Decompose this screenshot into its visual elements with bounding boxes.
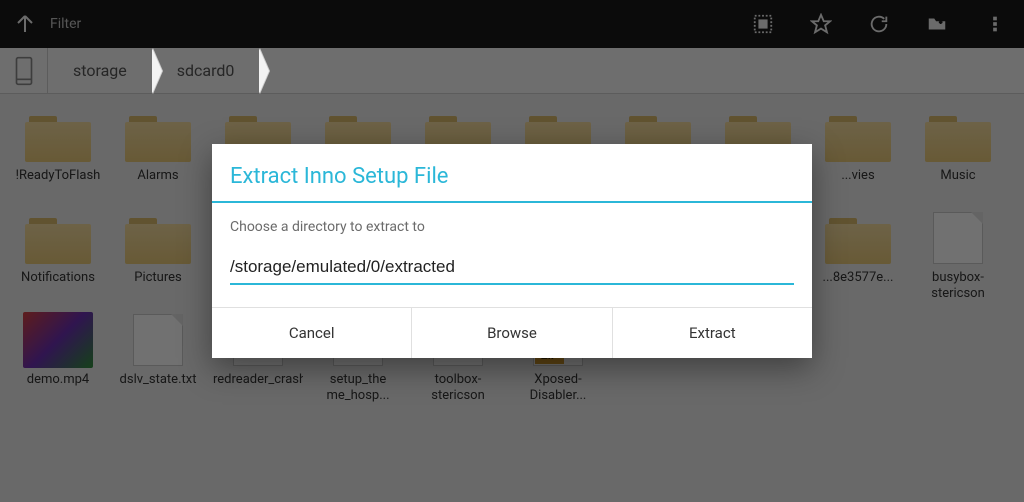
dialog-actions: Cancel Browse Extract: [212, 307, 812, 358]
extract-path-input[interactable]: [230, 253, 794, 285]
cancel-button[interactable]: Cancel: [212, 308, 411, 358]
dialog-title: Extract Inno Setup File: [212, 144, 812, 203]
dialog-message: Choose a directory to extract to: [230, 219, 794, 235]
extract-dialog: Extract Inno Setup File Choose a directo…: [212, 144, 812, 358]
browse-button[interactable]: Browse: [411, 308, 611, 358]
extract-button[interactable]: Extract: [612, 308, 812, 358]
app-root: Filter storage sdcard0 !ReadyToFlashAlar…: [0, 0, 1024, 502]
